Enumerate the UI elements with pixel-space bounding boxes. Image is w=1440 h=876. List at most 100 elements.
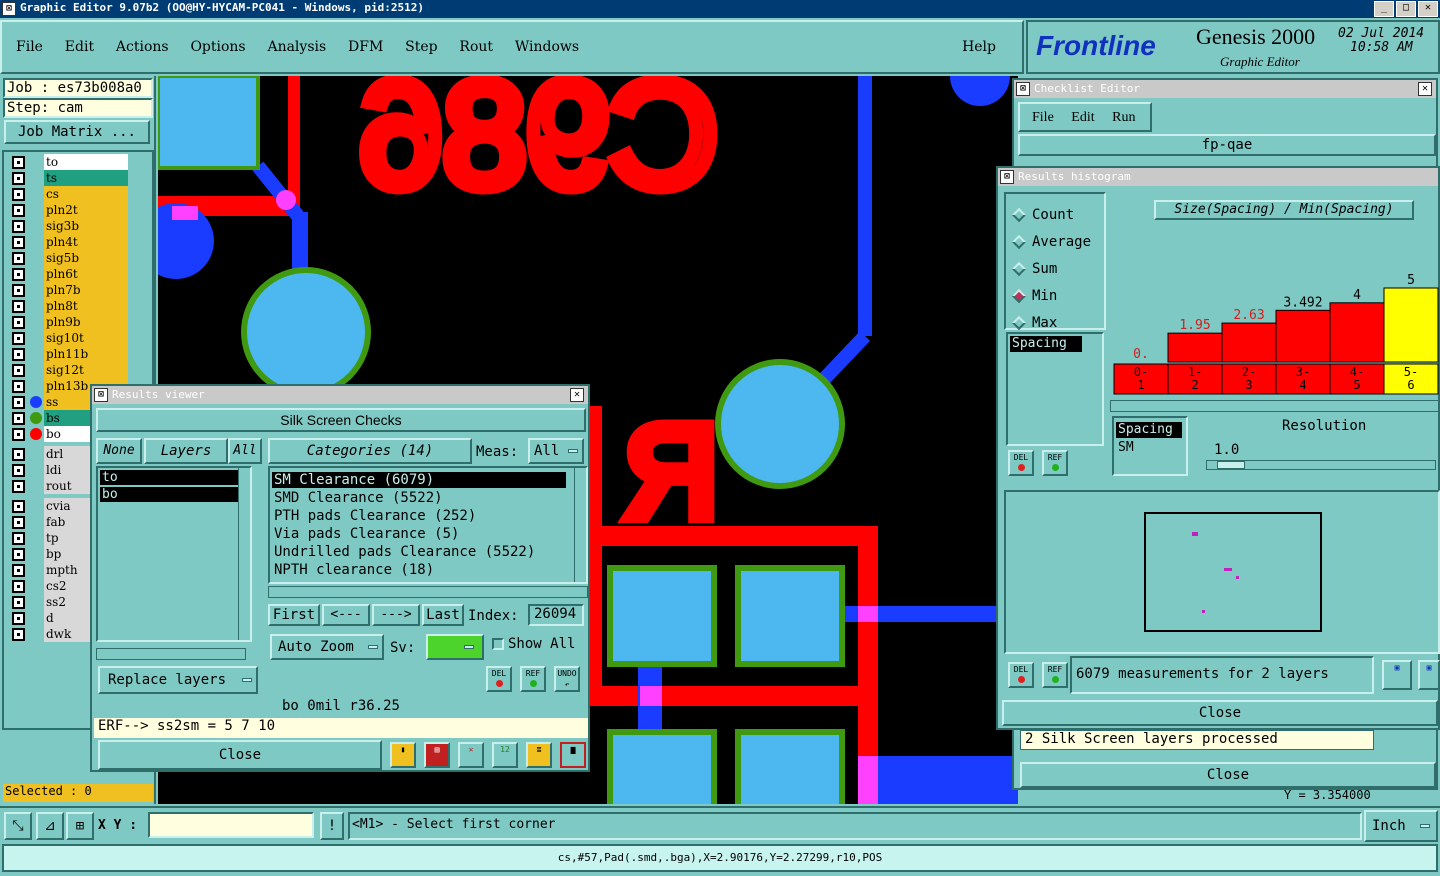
layer-row-pln8t[interactable]: pln8t (10, 298, 128, 314)
layer-name[interactable]: cs (44, 186, 128, 202)
layer-checkbox[interactable] (12, 580, 25, 593)
minimize-button[interactable]: _ (1374, 1, 1394, 17)
menu-step[interactable]: Step (405, 39, 437, 55)
layer-name[interactable]: ts (44, 170, 128, 186)
category-item[interactable]: NPTH clearance (18) (272, 562, 434, 578)
layer-row-sig5b[interactable]: sig5b (10, 250, 128, 266)
layer-row-pln4t[interactable]: pln4t (10, 234, 128, 250)
cross-icon-button[interactable]: ✕ (458, 742, 484, 768)
histogram-icon-button[interactable]: ▆ (560, 742, 586, 768)
del-button[interactable]: DEL (486, 666, 512, 692)
preview-del-button[interactable]: DEL (1008, 662, 1034, 688)
prev-button[interactable]: <--- (322, 604, 370, 626)
layer-row-cs[interactable]: cs (10, 186, 128, 202)
layers-list-item[interactable]: to (100, 470, 242, 485)
layer-name[interactable]: pln8t (44, 298, 128, 314)
layer-checkbox[interactable] (12, 516, 25, 529)
show-all-checkbox[interactable] (492, 638, 504, 650)
last-button[interactable]: Last (422, 604, 464, 626)
next-button[interactable]: ---> (372, 604, 420, 626)
layer-checkbox[interactable] (12, 316, 25, 329)
slider-thumb[interactable] (1217, 461, 1245, 469)
layer-checkbox[interactable] (12, 252, 25, 265)
layer-checkbox[interactable] (12, 300, 25, 313)
resolution-slider[interactable] (1206, 460, 1436, 470)
layer-checkbox[interactable] (12, 628, 25, 641)
layer-checkbox[interactable] (12, 380, 25, 393)
category-item[interactable]: PTH pads Clearance (252) (272, 508, 476, 524)
menu-edit[interactable]: Edit (65, 39, 94, 55)
layer-name[interactable]: pln2t (44, 202, 128, 218)
option-sum[interactable]: Sum (1011, 256, 1104, 283)
info-icon[interactable]: ! (320, 812, 344, 840)
layer-checkbox[interactable] (12, 464, 25, 477)
menu-rout[interactable]: Rout (459, 39, 493, 55)
job-matrix-button[interactable]: Job Matrix ... (4, 120, 150, 144)
layer-checkbox[interactable] (12, 500, 25, 513)
checklist-menu-run[interactable]: Run (1112, 110, 1135, 125)
meas-dropdown[interactable]: All (528, 438, 584, 464)
results-viewer-titlebar[interactable]: ⊠ Results viewer ✕ (92, 386, 588, 404)
layer-name[interactable]: sig10t (44, 330, 128, 346)
close-button[interactable]: ✕ (1418, 1, 1438, 17)
bin-list-item-selected[interactable]: Spacing (1116, 422, 1182, 438)
layer-checkbox[interactable] (12, 612, 25, 625)
layer-row-pln9b[interactable]: pln9b (10, 314, 128, 330)
histogram-close-button[interactable]: Close (1002, 700, 1438, 726)
measure-icon[interactable]: ⊿ (36, 812, 64, 840)
results-viewer-close-icon[interactable]: ✕ (570, 388, 584, 402)
category-item[interactable]: SMD Clearance (5522) (272, 490, 443, 506)
category-item[interactable]: Via pads Clearance (5) (272, 526, 459, 542)
none-button[interactable]: None (96, 438, 142, 464)
layer-checkbox[interactable] (12, 188, 25, 201)
layer-name[interactable]: pln9b (44, 314, 128, 330)
layer-checkbox[interactable] (12, 332, 25, 345)
layer-name[interactable]: pln11b (44, 346, 128, 362)
layer-name[interactable]: sig3b (44, 218, 128, 234)
layer-row-sig12t[interactable]: sig12t (10, 362, 128, 378)
first-button[interactable]: First (268, 604, 320, 626)
layer-checkbox[interactable] (12, 396, 25, 409)
results-close-button[interactable]: Close (98, 740, 382, 770)
undo-button[interactable]: UNDO ↶ (554, 666, 580, 692)
auto-zoom-dropdown[interactable]: Auto Zoom (270, 634, 384, 660)
preview-ref-button[interactable]: REF (1042, 662, 1068, 688)
layer-row-pln7b[interactable]: pln7b (10, 282, 128, 298)
layer-checkbox[interactable] (12, 532, 25, 545)
layer-row-pln2t[interactable]: pln2t (10, 202, 128, 218)
layer-checkbox[interactable] (12, 268, 25, 281)
layer-checkbox[interactable] (12, 156, 25, 169)
layer-row-to[interactable]: to (10, 154, 128, 170)
layer-checkbox[interactable] (12, 236, 25, 249)
option-average[interactable]: Average (1011, 229, 1104, 256)
layer-name[interactable]: sig12t (44, 362, 128, 378)
xy-input[interactable] (148, 812, 314, 838)
layer-checkbox[interactable] (12, 172, 25, 185)
layer-checkbox[interactable] (12, 596, 25, 609)
categories-hscrollbar[interactable] (268, 586, 588, 598)
layer-name[interactable]: pln4t (44, 234, 128, 250)
snap-icon[interactable]: ⊞ (66, 812, 94, 840)
layer-name[interactable]: sig5b (44, 250, 128, 266)
layers-scrollbar[interactable] (238, 468, 250, 640)
menu-dfm[interactable]: DFM (348, 39, 383, 55)
layer-checkbox[interactable] (12, 564, 25, 577)
menu-help[interactable]: Help (962, 39, 996, 55)
layer-checkbox[interactable] (12, 220, 25, 233)
replace-layers-dropdown[interactable]: Replace layers (98, 666, 258, 694)
layer-name[interactable]: to (44, 154, 128, 170)
number-icon-button[interactable]: 12 (492, 742, 518, 768)
layers-list-item[interactable]: bo (100, 487, 242, 502)
layer-row-sig3b[interactable]: sig3b (10, 218, 128, 234)
option-count[interactable]: Count (1011, 202, 1104, 229)
checklist-close-button[interactable]: Close (1020, 762, 1436, 788)
layer-checkbox[interactable] (12, 284, 25, 297)
flag-icon-button[interactable]: ▮ (390, 742, 416, 768)
sv-dropdown[interactable] (426, 634, 484, 660)
layers-hscrollbar[interactable] (96, 648, 246, 660)
checklist-menu-edit[interactable]: Edit (1071, 110, 1094, 125)
export-icon-button[interactable]: ▣ (1382, 660, 1412, 690)
layer-name[interactable]: pln6t (44, 266, 128, 282)
hist-del-button[interactable]: DEL (1008, 450, 1034, 476)
layer-checkbox[interactable] (12, 448, 25, 461)
